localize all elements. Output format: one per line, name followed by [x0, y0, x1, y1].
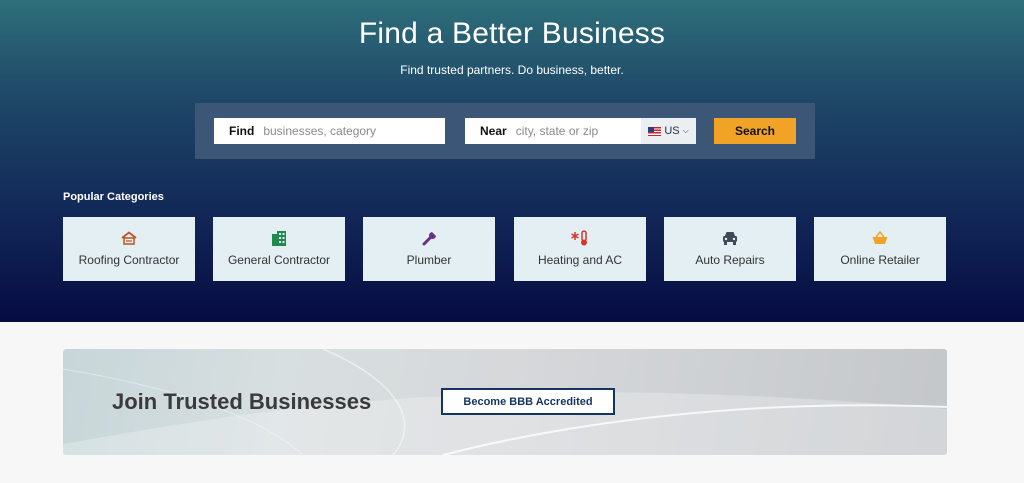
join-banner: Join Trusted Businesses Become BBB Accre… [63, 349, 947, 455]
find-field: Find [214, 118, 445, 144]
category-label: General Contractor [227, 253, 331, 267]
category-label: Plumber [406, 253, 452, 267]
hero-title: Find a Better Business [358, 17, 666, 50]
find-label: Find [229, 124, 255, 138]
become-accredited-button[interactable]: Become BBB Accredited [441, 388, 615, 415]
hero-subtitle: Find trusted partners. Do business, bett… [400, 63, 624, 77]
basket-icon [872, 230, 888, 246]
category-general-contractor[interactable]: General Contractor [213, 217, 345, 281]
popular-categories-heading: Popular Categories [63, 191, 164, 203]
search-button[interactable]: Search [714, 118, 796, 144]
building-icon [272, 230, 286, 246]
hero-section: Find a Better Business Find trusted part… [0, 0, 1024, 322]
category-heating-and-ac[interactable]: Heating and AC [514, 217, 646, 281]
category-roofing-contractor[interactable]: Roofing Contractor [63, 217, 195, 281]
country-select[interactable]: US ⌵ [641, 118, 696, 144]
roof-icon [121, 230, 137, 246]
category-label: Heating and AC [537, 253, 623, 267]
category-auto-repairs[interactable]: Auto Repairs [664, 217, 796, 281]
near-label: Near [480, 124, 507, 138]
category-label: Online Retailer [840, 253, 920, 267]
category-label: Roofing Contractor [78, 253, 180, 267]
category-label: Auto Repairs [695, 253, 765, 267]
find-input[interactable] [263, 118, 445, 144]
category-online-retailer[interactable]: Online Retailer [814, 217, 946, 281]
wrench-icon [422, 230, 437, 246]
us-flag-icon [648, 126, 662, 136]
category-plumber[interactable]: Plumber [363, 217, 495, 281]
thermometer-icon [571, 230, 589, 246]
chevron-down-icon: ⌵ [682, 126, 689, 135]
search-panel: Find Near US ⌵ Search [195, 103, 815, 159]
car-icon [722, 230, 738, 246]
near-field: Near US ⌵ [465, 118, 696, 144]
join-title: Join Trusted Businesses [112, 389, 372, 414]
country-code: US [664, 125, 680, 137]
